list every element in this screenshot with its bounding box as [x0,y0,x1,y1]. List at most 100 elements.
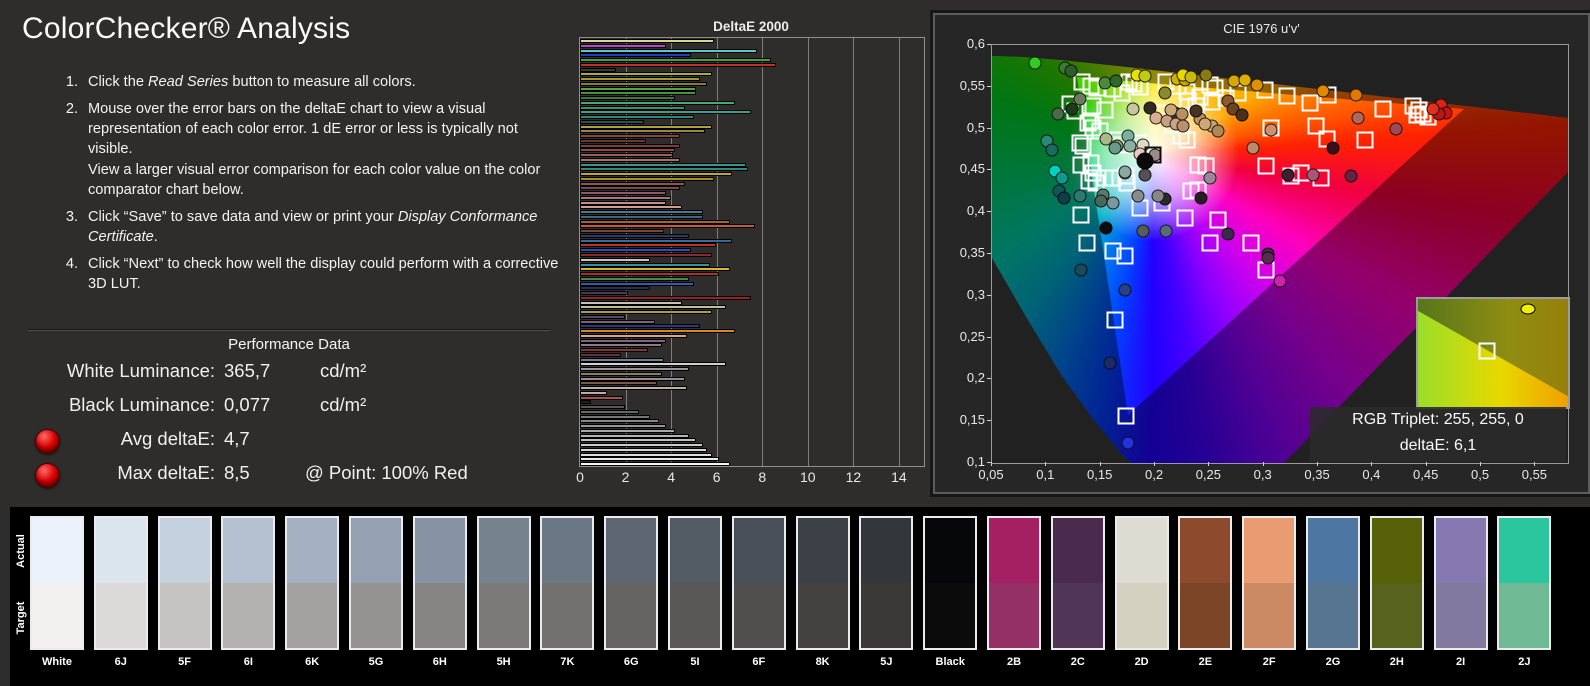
target-point[interactable] [1176,209,1194,227]
deltae-bar[interactable] [580,195,671,200]
deltae-bar[interactable] [580,447,708,452]
measured-point[interactable] [1351,111,1365,125]
deltae-bar[interactable] [580,157,680,162]
deltae-bar[interactable] [580,324,701,329]
deltae-bar[interactable] [580,100,735,105]
deltae-bar[interactable] [580,81,708,86]
measured-point[interactable] [1126,102,1140,116]
target-point[interactable] [1178,131,1196,149]
measured-point[interactable] [1176,119,1190,133]
deltae-bar[interactable] [580,381,658,386]
deltae-bar[interactable] [580,253,712,257]
measured-point[interactable] [1108,141,1122,155]
deltae-bar[interactable] [580,452,712,457]
deltae-bar[interactable] [580,338,667,343]
target-point[interactable] [1201,234,1219,252]
measured-point[interactable] [1118,165,1132,179]
deltae-bar[interactable] [580,257,651,262]
deltae-bar[interactable] [580,186,680,191]
deltae-bar[interactable] [580,291,628,296]
measured-point[interactable] [1184,70,1198,84]
deltae-bar[interactable] [580,405,626,410]
deltae-bar[interactable] [580,229,664,234]
measured-point[interactable] [1264,123,1278,137]
deltae-bar[interactable] [580,77,701,82]
deltae-bar[interactable] [580,305,726,310]
deltae-bar[interactable] [580,243,717,248]
deltae-bar[interactable] [580,319,655,324]
deltae-bar[interactable] [580,67,617,72]
measured-point[interactable] [1159,224,1173,238]
target-point[interactable] [1209,211,1227,229]
deltae-bar[interactable] [580,343,662,348]
deltae-bar[interactable] [580,267,731,272]
measured-point[interactable] [1175,107,1189,121]
deltae-bar[interactable] [580,367,690,372]
deltae-bar[interactable] [580,262,710,267]
measured-point[interactable] [1235,108,1249,122]
measured-point[interactable] [1261,251,1275,265]
deltae-bar[interactable] [580,272,719,277]
deltae-bar[interactable] [580,153,674,158]
measured-point[interactable] [1198,117,1212,131]
target-point[interactable] [1117,407,1135,425]
deltae-bar[interactable] [580,138,646,143]
deltae-bar[interactable] [580,233,690,238]
measured-point[interactable] [1028,56,1042,70]
measured-point[interactable] [1316,84,1330,98]
deltae-bar[interactable] [580,205,683,210]
measured-point[interactable] [1057,191,1071,205]
deltae-bar[interactable] [580,433,690,438]
deltae-bar[interactable] [580,115,694,120]
target-point[interactable] [1257,157,1275,175]
target-point[interactable] [1072,206,1090,224]
target-point[interactable] [1074,137,1092,155]
measured-point[interactable] [1138,69,1152,83]
measured-point[interactable] [1106,196,1120,210]
deltae-bar[interactable] [580,210,703,215]
deltae-bar[interactable] [580,72,712,77]
target-point[interactable] [1106,311,1124,329]
deltae-bar[interactable] [580,386,687,391]
measured-point[interactable] [1273,274,1287,288]
measured-point[interactable] [1151,189,1165,203]
deltae-bar[interactable] [580,119,644,124]
measured-point[interactable] [1158,86,1172,100]
measured-point[interactable] [1099,221,1113,235]
measured-point[interactable] [1194,191,1208,205]
focused-measured-point[interactable] [1136,152,1154,170]
measured-point[interactable] [1045,143,1059,157]
deltae-bar[interactable] [580,395,623,400]
deltae-bar[interactable] [580,172,733,177]
deltae-bar[interactable] [580,53,692,58]
deltae-bar[interactable] [580,134,680,139]
target-point[interactable] [1408,106,1426,124]
deltae-bar[interactable] [580,281,694,286]
deltae-bar[interactable] [580,58,772,63]
deltae-bar[interactable] [580,376,685,381]
deltae-bar[interactable] [580,96,676,101]
target-point[interactable] [1242,234,1260,252]
deltae-bar[interactable] [580,86,696,91]
deltae-bar[interactable] [580,443,703,448]
deltae-bar[interactable] [580,43,667,48]
measured-point[interactable] [1073,189,1087,203]
deltae-bar[interactable] [580,219,731,224]
deltae-bar[interactable] [580,200,667,205]
deltae-bar[interactable] [580,371,662,376]
target-point[interactable] [1078,234,1096,252]
target-point[interactable] [1356,131,1374,149]
deltae-bar[interactable] [580,238,733,243]
deltae-bar[interactable] [580,167,749,172]
measured-point[interactable] [1203,171,1217,185]
deltae-bar[interactable] [580,310,712,315]
deltae-bar[interactable] [580,314,626,319]
deltae-bar[interactable] [580,143,680,148]
deltae-bar[interactable] [580,414,651,419]
measured-point[interactable] [1349,88,1363,102]
measured-point[interactable] [1131,189,1145,203]
deltae-bar[interactable] [580,39,715,43]
measured-point[interactable] [1189,104,1203,118]
measured-point[interactable] [1306,168,1320,182]
measured-point[interactable] [1211,124,1225,138]
